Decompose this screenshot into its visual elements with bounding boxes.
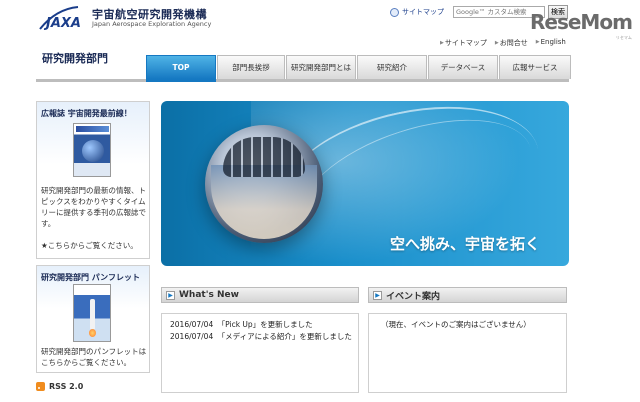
pamphlet-description[interactable]: 研究開発部門のパンフレットはこちらからご覧ください。 (41, 346, 149, 368)
hero-banner[interactable]: 空へ挑み、宇宙を拓く (161, 101, 569, 266)
tab-director-greeting[interactable]: 部門長挨拶 (217, 55, 285, 79)
magazine-description: 研究開発部門の最新の情報、トピックスをわかりやすくタイムリーに提供する季刊の広報… (41, 186, 146, 228)
planet-image (82, 140, 104, 162)
rss-link[interactable]: RSS 2.0 (36, 382, 83, 391)
news-panel: 2016/07/04 「Pick Up」を更新しました 2016/07/04 「… (161, 313, 359, 393)
magazine-more-link[interactable]: ★こちらからご覧ください。 (41, 240, 138, 251)
util-link-sitemap[interactable]: サイトマップ (440, 38, 487, 48)
jaxa-logo[interactable]: JAXA (38, 5, 90, 33)
news-text: 「Pick Up」を更新しました (217, 320, 313, 329)
sitemap-label: サイトマップ (402, 8, 444, 16)
nav-active-indicator (146, 79, 216, 82)
news-heading-bar: ▶ What's New (161, 287, 359, 303)
util-link-english[interactable]: English (536, 38, 566, 48)
svg-text:JAXA: JAXA (43, 16, 81, 31)
events-panel: （現在、イベントのご案内はございません） (368, 313, 567, 393)
globe-icon (390, 7, 399, 17)
section-title: 研究開発部門 (42, 52, 108, 65)
events-empty-message: （現在、イベントのご案内はございません） (381, 320, 531, 329)
events-heading-bar: ▶ イベント案内 (368, 287, 567, 303)
news-date: 2016/07/04 (170, 332, 214, 341)
utility-links: サイトマップ お問合せ English (440, 38, 566, 48)
tab-pr-service[interactable]: 広報サービス (499, 55, 571, 79)
site-header: JAXA 宇宙航空研究開発機構 Japan Aerospace Explorat… (0, 0, 640, 40)
pamphlet-heading[interactable]: 研究開発部門 パンフレット (41, 272, 140, 283)
chevron-right-icon: ▶ (166, 290, 175, 300)
tab-research[interactable]: 研究紹介 (357, 55, 427, 79)
brand-watermark-sub: リセマム (615, 35, 632, 40)
news-date: 2016/07/04 (170, 320, 214, 329)
tab-database[interactable]: データベース (428, 55, 498, 79)
magazine-box: 広報誌 宇宙開発最前線！ 研究開発部門の最新の情報、トピックスをわかりやすくタイ… (36, 101, 150, 259)
rocket-image (90, 299, 95, 329)
chevron-right-icon: ▶ (373, 290, 382, 300)
brand-watermark: リセマム ReseMom (530, 10, 633, 40)
news-heading: What's New (179, 290, 239, 300)
magazine-heading[interactable]: 広報誌 宇宙開発最前線！ (41, 108, 132, 119)
news-text: 「メディアによる紹介」を更新しました (217, 332, 352, 341)
news-item[interactable]: 2016/07/04 「メディアによる紹介」を更新しました (170, 331, 352, 343)
magazine-cover-banner (76, 126, 109, 132)
main-nav: TOP 部門長挨拶 研究開発部門とは 研究紹介 データベース 広報サービス (146, 55, 572, 79)
tab-about[interactable]: 研究開発部門とは (286, 55, 356, 79)
sitemap-link[interactable]: サイトマップ (390, 7, 444, 17)
events-heading: イベント案内 (386, 291, 441, 302)
nav-divider (36, 79, 569, 82)
tab-top[interactable]: TOP (146, 55, 216, 79)
org-name-english: Japan Aerospace Exploration Agency (92, 20, 212, 28)
rss-label: RSS 2.0 (49, 382, 84, 391)
rss-icon (36, 382, 45, 391)
news-item[interactable]: 2016/07/04 「Pick Up」を更新しました (170, 319, 350, 331)
rocket-flame (89, 329, 96, 337)
magazine-cover-image[interactable] (73, 123, 111, 177)
util-link-contact[interactable]: お問合せ (495, 38, 528, 48)
pamphlet-box: 研究開発部門 パンフレット 研究開発部門のパンフレットはこちらからご覧ください。 (36, 265, 150, 373)
earth-sphere-image (205, 125, 323, 243)
pamphlet-cover-image[interactable] (73, 284, 111, 342)
hero-caption: 空へ挑み、宇宙を拓く (390, 235, 541, 253)
